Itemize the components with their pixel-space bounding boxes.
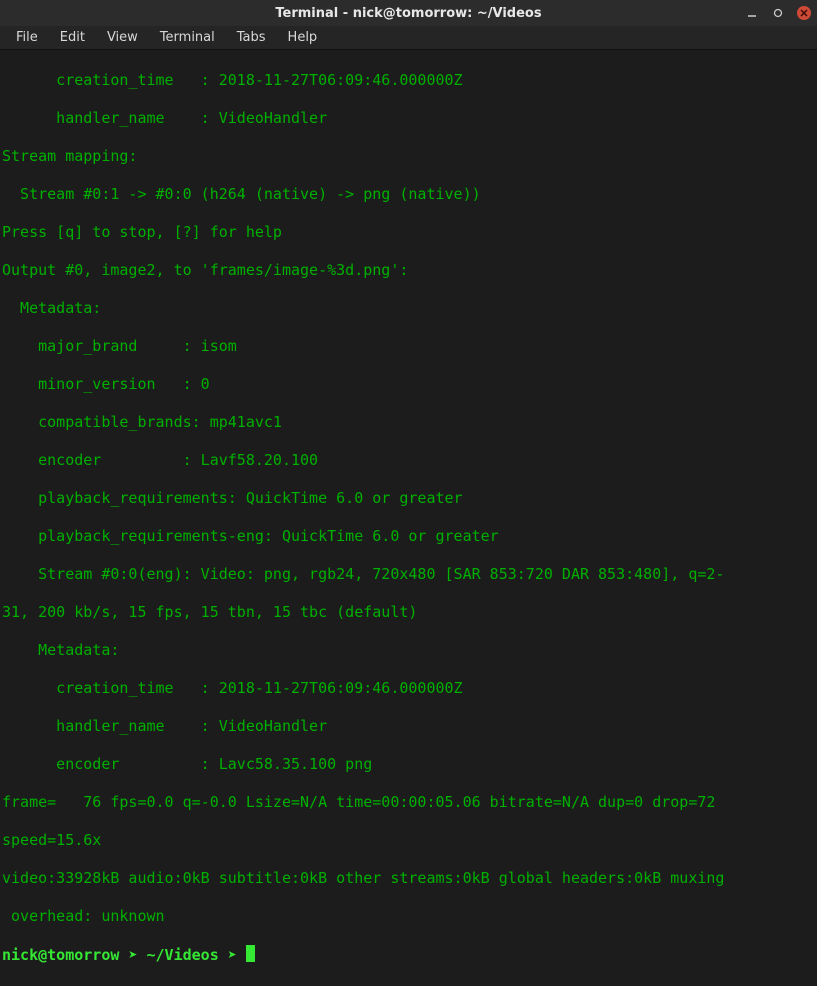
- prompt-path: ~/Videos: [147, 946, 219, 964]
- menu-help[interactable]: Help: [278, 28, 328, 47]
- prompt-user: nick@tomorrow: [2, 946, 119, 964]
- menu-edit[interactable]: Edit: [50, 28, 95, 47]
- output-line: overhead: unknown: [2, 907, 815, 926]
- output-line: frame= 76 fps=0.0 q=-0.0 Lsize=N/A time=…: [2, 793, 815, 812]
- menu-view[interactable]: View: [97, 28, 148, 47]
- window-titlebar: Terminal - nick@tomorrow: ~/Videos: [0, 0, 817, 26]
- menu-terminal[interactable]: Terminal: [150, 28, 225, 47]
- output-line: playback_requirements-eng: QuickTime 6.0…: [2, 527, 815, 546]
- close-button[interactable]: [797, 6, 811, 20]
- output-line: playback_requirements: QuickTime 6.0 or …: [2, 489, 815, 508]
- output-line: handler_name : VideoHandler: [2, 109, 815, 128]
- output-line: Stream mapping:: [2, 147, 815, 166]
- window-controls: [745, 0, 811, 26]
- maximize-button[interactable]: [771, 6, 785, 20]
- menu-tabs[interactable]: Tabs: [227, 28, 276, 47]
- output-line: major_brand : isom: [2, 337, 815, 356]
- minimize-button[interactable]: [745, 6, 759, 20]
- prompt-line: nick@tomorrow ➤ ~/Videos ➤: [2, 945, 815, 965]
- output-line: Press [q] to stop, [?] for help: [2, 223, 815, 242]
- prompt-separator-icon: ➤: [128, 946, 137, 964]
- output-line: minor_version : 0: [2, 375, 815, 394]
- menubar: File Edit View Terminal Tabs Help: [0, 26, 817, 50]
- output-line: Metadata:: [2, 299, 815, 318]
- output-line: creation_time : 2018-11-27T06:09:46.0000…: [2, 679, 815, 698]
- output-line: encoder : Lavc58.35.100 png: [2, 755, 815, 774]
- terminal-output[interactable]: creation_time : 2018-11-27T06:09:46.0000…: [0, 50, 817, 986]
- prompt-separator-icon: ➤: [228, 946, 237, 964]
- output-line: Metadata:: [2, 641, 815, 660]
- menu-file[interactable]: File: [6, 28, 48, 47]
- window-title: Terminal - nick@tomorrow: ~/Videos: [275, 6, 541, 21]
- cursor: [246, 945, 255, 962]
- output-line: Stream #0:1 -> #0:0 (h264 (native) -> pn…: [2, 185, 815, 204]
- output-line: video:33928kB audio:0kB subtitle:0kB oth…: [2, 869, 815, 888]
- output-line: Output #0, image2, to 'frames/image-%3d.…: [2, 261, 815, 280]
- output-line: speed=15.6x: [2, 831, 815, 850]
- output-line: compatible_brands: mp41avc1: [2, 413, 815, 432]
- output-line: Stream #0:0(eng): Video: png, rgb24, 720…: [2, 565, 815, 584]
- output-line: handler_name : VideoHandler: [2, 717, 815, 736]
- output-line: 31, 200 kb/s, 15 fps, 15 tbn, 15 tbc (de…: [2, 603, 815, 622]
- output-line: encoder : Lavf58.20.100: [2, 451, 815, 470]
- output-line: creation_time : 2018-11-27T06:09:46.0000…: [2, 71, 815, 90]
